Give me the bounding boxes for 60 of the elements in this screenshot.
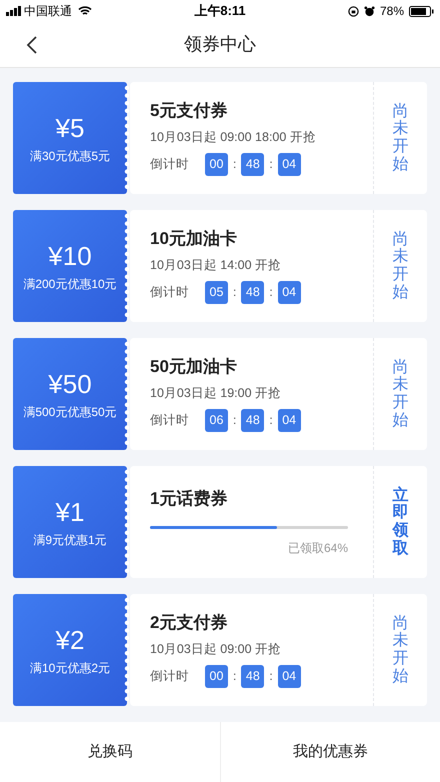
countdown-label: 倒计时 — [150, 668, 189, 685]
page-title: 领券中心 — [184, 33, 256, 56]
start-time: 10月03日起 14:00 开抢 — [150, 257, 282, 274]
bottom-tab-button[interactable]: 兑换码 — [0, 722, 220, 782]
coupon-amount: ¥50 — [48, 368, 92, 400]
carrier-name: 中国联通 — [24, 3, 72, 20]
countdown-digits: 48 — [241, 408, 264, 432]
coupon-action[interactable]: 尚未开始 — [392, 102, 408, 174]
time-separator: : — [233, 156, 236, 174]
start-time: 10月03日起 09:00 18:00 开抢 — [150, 129, 317, 146]
coupon-action[interactable]: 尚未开始 — [392, 358, 408, 430]
start-time: 10月03日起 19:00 开抢 — [150, 385, 282, 402]
wifi-icon — [78, 6, 92, 16]
coupon-amount: ¥5 — [56, 112, 84, 144]
coupon-condition: 满500元优惠50元 — [23, 404, 117, 420]
coupon-amount: ¥10 — [48, 240, 92, 272]
countdown-digits: 48 — [241, 280, 264, 304]
countdown-digits: 48 — [241, 152, 264, 176]
coupon-action[interactable]: 尚未开始 — [392, 230, 408, 302]
countdown-digits: 04 — [278, 664, 301, 688]
coupon-title: 2元支付券 — [150, 612, 228, 634]
start-time: 10月03日起 09:00 开抢 — [150, 641, 282, 658]
time-separator: : — [233, 284, 236, 302]
coupon-action[interactable]: 尚未开始 — [392, 614, 408, 686]
countdown-label: 倒计时 — [150, 412, 189, 429]
countdown-label: 倒计时 — [150, 156, 189, 173]
countdown-digits: 04 — [278, 152, 301, 176]
coupon-condition: 满9元优惠1元 — [33, 532, 107, 548]
coupon-condition: 满30元优惠5元 — [30, 148, 110, 164]
battery-percentage: 78% — [380, 3, 404, 20]
coupon-action[interactable]: 立即领取 — [392, 486, 408, 558]
coupon-amount: ¥2 — [56, 624, 84, 656]
countdown-digits: 00 — [205, 664, 228, 688]
countdown-label: 倒计时 — [150, 284, 189, 301]
claimed-percentage: 已领取64% — [286, 540, 348, 556]
coupon-title: 5元支付券 — [150, 100, 228, 122]
time-separator: : — [269, 156, 273, 174]
time-separator: : — [233, 668, 236, 686]
countdown-digits: 04 — [278, 280, 301, 304]
time-separator: : — [269, 284, 273, 302]
clock-time: 上午8:11 — [194, 2, 246, 20]
countdown-digits: 04 — [278, 408, 301, 432]
countdown-digits: 00 — [205, 152, 228, 176]
countdown-digits: 48 — [241, 664, 264, 688]
alarm-icon — [364, 6, 375, 16]
time-separator: : — [269, 668, 273, 686]
signal-icon — [6, 6, 22, 16]
time-separator: : — [233, 412, 236, 430]
coupon-title: 1元话费券 — [150, 488, 228, 510]
coupon-amount: ¥1 — [56, 496, 84, 528]
countdown-digits: 05 — [205, 280, 228, 304]
countdown-digits: 06 — [205, 408, 228, 432]
coupon-title: 50元加油卡 — [150, 356, 238, 378]
battery-icon — [409, 6, 434, 16]
rotation-lock-icon — [348, 6, 359, 16]
coupon-condition: 满10元优惠2元 — [30, 660, 110, 676]
coupon-title: 10元加油卡 — [150, 228, 238, 250]
coupon-condition: 满200元优惠10元 — [23, 276, 117, 292]
bottom-tab-button[interactable]: 我的优惠券 — [220, 722, 440, 782]
time-separator: : — [269, 412, 273, 430]
